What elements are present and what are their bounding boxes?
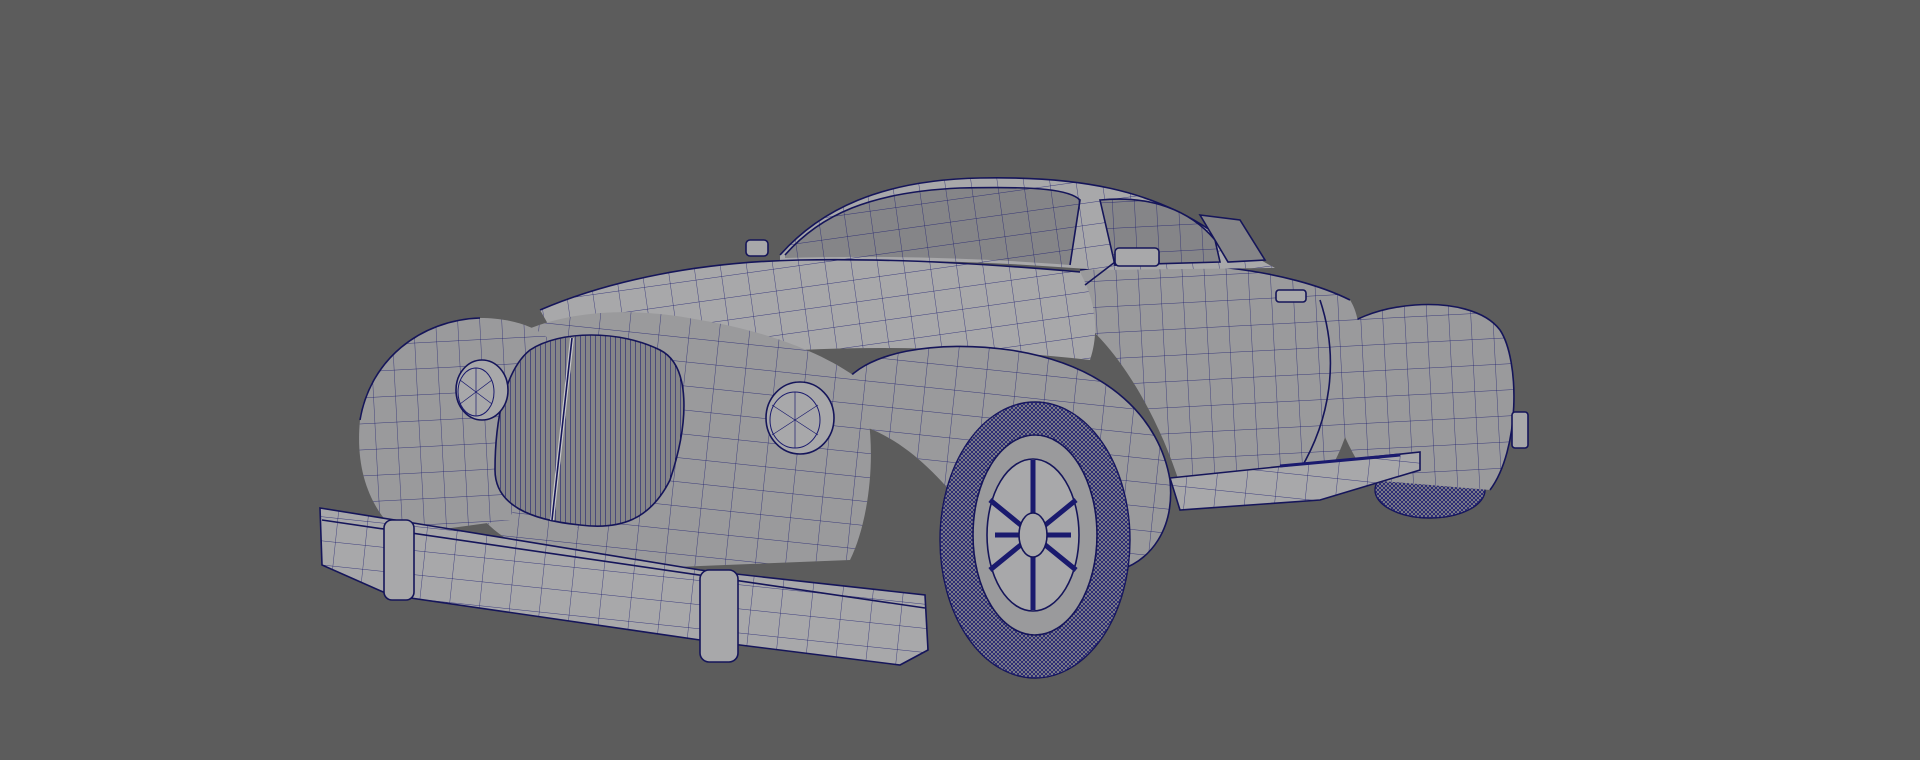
tail-light: [1511, 411, 1529, 449]
door-handle: [1275, 289, 1307, 303]
bumper-guard-right: [699, 569, 739, 663]
grille: [494, 334, 685, 527]
mirror-left: [745, 239, 769, 257]
front-wheel-right: [939, 401, 1131, 679]
bumper-guard-left: [383, 519, 415, 601]
windshield: [784, 186, 1081, 266]
wheel-hub: [986, 458, 1080, 612]
headlight-left: [455, 359, 509, 421]
3d-viewport[interactable]: [0, 0, 1920, 760]
car-model[interactable]: [0, 0, 1920, 760]
headlight-right: [765, 381, 835, 455]
